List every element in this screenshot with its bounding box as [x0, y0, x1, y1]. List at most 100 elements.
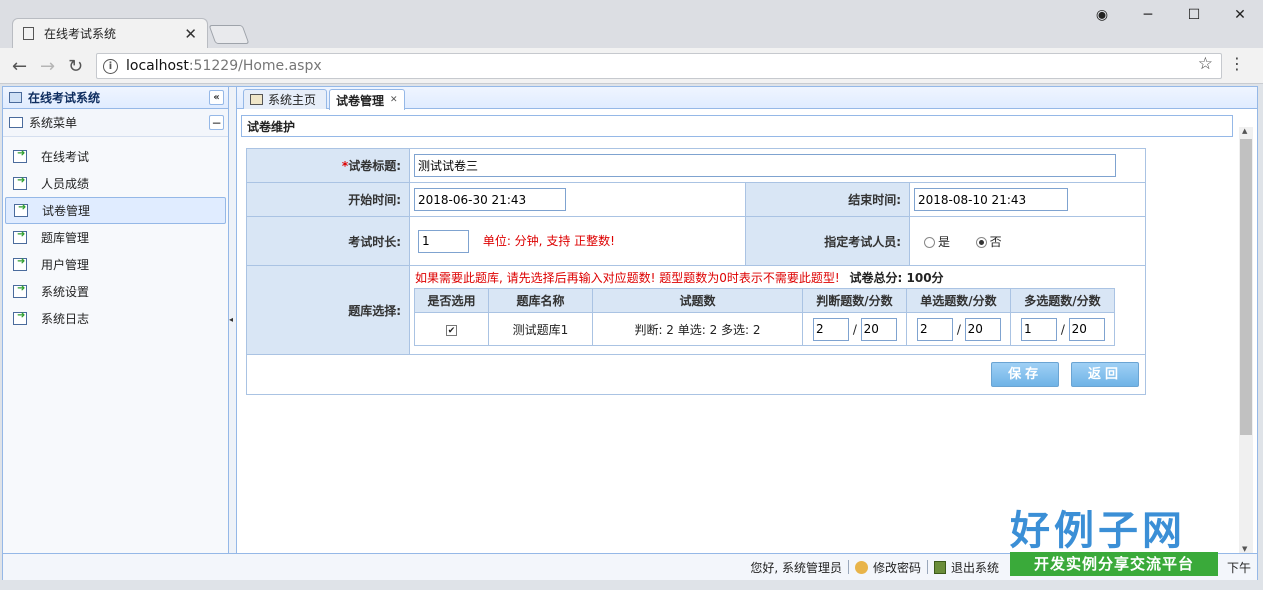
address-bar: ← → ↻ i localhost:51229/Home.aspx ☆ ⋮ — [0, 48, 1263, 84]
duration-label: 考试时长: — [246, 216, 410, 266]
logo-text: 好例子网 — [1010, 508, 1186, 554]
nav-arrow-icon — [13, 229, 27, 244]
multi-score-input[interactable] — [1068, 317, 1105, 341]
new-tab-button[interactable] — [208, 25, 250, 44]
scroll-up-icon[interactable]: ▲ — [1242, 127, 1247, 135]
title-label: *试卷标题: — [246, 148, 410, 183]
col-header: 题库名称 — [488, 288, 593, 313]
change-password-link[interactable]: 修改密码 — [873, 559, 921, 576]
scrollbar-thumb[interactable] — [1240, 139, 1252, 435]
maximize-button[interactable]: ☐ — [1171, 7, 1217, 23]
bank-table: 是否选用 题库名称 试题数 判断题数/分数 单选题数/分数 多选题数/分数 ✔ … — [414, 288, 1115, 346]
sidebar-item-settings[interactable]: 系统设置 — [5, 278, 226, 305]
scroll-down-icon[interactable]: ▼ — [1242, 545, 1247, 553]
sidebar-item-label: 系统日志 — [41, 312, 90, 326]
main-content: 系统主页 试卷管理 ✕ 试卷维护 *试卷标题: 开始时间: 结束时间: — [237, 87, 1257, 553]
close-tab-icon[interactable]: ✕ — [184, 25, 197, 43]
sidebar-item-label: 用户管理 — [41, 258, 90, 272]
assign-no-label: 否 — [989, 234, 1002, 249]
user-icon — [854, 560, 868, 574]
col-header: 判断题数/分数 — [802, 288, 907, 313]
watermark-logo: 好例子网 开发实例分享交流平台 — [1010, 498, 1220, 576]
sidebar-splitter[interactable]: ◂ — [229, 87, 237, 553]
sidebar-item-label: 题库管理 — [41, 231, 90, 245]
sidebar-title: 在线考试系统 — [28, 91, 101, 105]
start-time-label: 开始时间: — [246, 182, 410, 217]
paper-title-input[interactable] — [414, 154, 1116, 177]
document-icon — [23, 27, 34, 40]
assign-yes-label: 是 — [938, 234, 951, 249]
url-host: localhost — [126, 58, 189, 74]
col-header: 单选题数/分数 — [906, 288, 1011, 313]
single-score-input[interactable] — [964, 317, 1001, 341]
bank-warning: 如果需要此题库, 请先选择后再输入对应题数! 题型题数为0时表示不需要此题型! — [415, 271, 840, 285]
single-count-input[interactable] — [917, 317, 953, 341]
nav-arrow-icon — [13, 283, 27, 298]
duration-input[interactable] — [418, 229, 469, 253]
judge-score-input[interactable] — [860, 317, 897, 341]
chevron-left-icon[interactable]: ◂ — [229, 315, 233, 324]
vertical-scrollbar[interactable]: ▲ ▼ — [1239, 127, 1253, 553]
sidebar-item-logs[interactable]: 系统日志 — [5, 305, 226, 332]
sidebar-item-scores[interactable]: 人员成绩 — [5, 170, 226, 197]
forward-arrow-icon[interactable]: → — [40, 56, 55, 77]
sidebar-item-online-exam[interactable]: 在线考试 — [5, 143, 226, 170]
back-arrow-icon[interactable]: ← — [12, 56, 27, 77]
collapse-sidebar-icon[interactable]: « — [209, 90, 224, 105]
close-window-button[interactable]: ✕ — [1217, 7, 1263, 23]
sidebar: 在线考试系统 « 系统菜单 − 在线考试 人员成绩 试卷管理 题库管理 用户管理… — [3, 87, 229, 553]
table-row: ✔ 测试题库1 判断: 2 单选: 2 多选: 2 / / / — [414, 312, 1115, 346]
sidebar-item-label: 试卷管理 — [42, 204, 91, 218]
bank-select-checkbox[interactable]: ✔ — [446, 325, 457, 336]
collapse-section-icon[interactable]: − — [209, 115, 224, 130]
assign-no-radio[interactable] — [975, 236, 987, 248]
panel-title: 试卷维护 — [241, 115, 1233, 137]
nav-arrow-icon — [13, 148, 27, 163]
sidebar-menu: 在线考试 人员成绩 试卷管理 题库管理 用户管理 系统设置 系统日志 — [3, 137, 228, 332]
end-time-input[interactable] — [914, 188, 1068, 211]
assign-yes-radio[interactable] — [924, 236, 935, 248]
sidebar-item-label: 人员成绩 — [41, 177, 90, 191]
total-score: 试卷总分: 100分 — [849, 271, 944, 285]
bank-label: 题库选择: — [246, 265, 410, 355]
bookmark-star-icon[interactable]: ☆ — [1198, 54, 1213, 74]
tab-home[interactable]: 系统主页 — [243, 89, 327, 109]
profile-icon[interactable]: ◉ — [1079, 7, 1125, 23]
window-icon — [9, 117, 23, 128]
sidebar-item-users[interactable]: 用户管理 — [5, 251, 226, 278]
tab-home-label: 系统主页 — [268, 93, 317, 107]
browser-titlebar: 在线考试系统 ✕ ◉ ─ ☐ ✕ — [0, 0, 1263, 48]
bank-counts: 判断: 2 单选: 2 多选: 2 — [592, 312, 803, 346]
multi-count-input[interactable] — [1021, 317, 1057, 341]
menu-section-header[interactable]: 系统菜单 − — [3, 109, 228, 137]
logout-icon — [933, 560, 946, 574]
col-header: 试题数 — [592, 288, 803, 313]
system-icon — [9, 92, 22, 103]
greeting-text: 您好, 系统管理员 — [750, 560, 842, 575]
menu-section-label: 系统菜单 — [29, 116, 78, 130]
browser-tab-title: 在线考试系统 — [44, 27, 117, 41]
sidebar-item-label: 在线考试 — [41, 150, 90, 164]
col-header: 多选题数/分数 — [1010, 288, 1115, 313]
save-button[interactable]: 保存 — [991, 362, 1060, 387]
logout-link[interactable]: 退出系统 — [951, 559, 999, 576]
sidebar-item-question-bank[interactable]: 题库管理 — [5, 224, 226, 251]
nav-arrow-icon — [13, 256, 27, 271]
nav-arrow-icon — [13, 175, 27, 190]
nav-arrow-icon — [13, 310, 27, 325]
url-input[interactable]: i localhost:51229/Home.aspx — [96, 53, 1222, 79]
info-icon[interactable]: i — [103, 58, 118, 74]
reload-icon[interactable]: ↻ — [68, 56, 83, 77]
url-path: :51229/Home.aspx — [188, 58, 322, 74]
back-button[interactable]: 返回 — [1071, 362, 1139, 387]
home-icon — [250, 94, 263, 105]
tab-paper-management[interactable]: 试卷管理 ✕ — [329, 89, 405, 110]
start-time-input[interactable] — [414, 188, 566, 211]
menu-kebab-icon[interactable]: ⋮ — [1229, 54, 1245, 73]
close-tab-icon[interactable]: ✕ — [390, 95, 398, 105]
nav-arrow-icon — [14, 202, 28, 217]
sidebar-item-paper-management[interactable]: 试卷管理 — [5, 197, 226, 224]
minimize-button[interactable]: ─ — [1125, 7, 1171, 23]
browser-tab[interactable]: 在线考试系统 ✕ — [12, 18, 208, 48]
judge-count-input[interactable] — [813, 317, 849, 341]
